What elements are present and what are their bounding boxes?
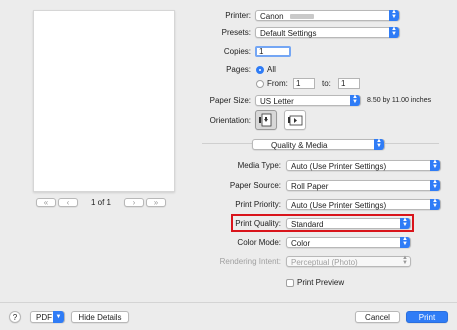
media-type-select[interactable]: Auto (Use Printer Settings) ▲ ▼: [286, 159, 441, 171]
chevron-updown-icon: ▲ ▼: [389, 9, 399, 21]
orientation-label: Orientation:: [209, 116, 251, 125]
pdf-label: PDF: [36, 313, 52, 322]
first-page-button[interactable]: «: [36, 198, 56, 207]
chevron-updown-icon: ▲ ▼: [374, 138, 384, 150]
paper-source-value: Roll Paper: [291, 182, 329, 191]
print-button[interactable]: Print: [406, 311, 448, 323]
color-mode-select[interactable]: Color ▲ ▼: [286, 236, 411, 248]
pages-to-label: to:: [322, 79, 331, 88]
copies-label: Copies:: [223, 47, 251, 56]
presets-select[interactable]: Default Settings ▲ ▼: [255, 26, 400, 38]
copies-field[interactable]: 1: [255, 46, 291, 57]
paper-dimensions: 8.50 by 11.00 inches: [367, 97, 432, 104]
portrait-icon: [259, 113, 272, 127]
rendering-intent-label: Rendering Intent:: [219, 257, 281, 266]
pages-to-field[interactable]: 1: [338, 78, 360, 89]
chevron-updown-icon: ▲ ▼: [430, 198, 440, 210]
media-type-value: Auto (Use Printer Settings): [291, 162, 387, 171]
pages-all-label: All: [267, 65, 276, 74]
print-quality-select[interactable]: Standard ▲ ▼: [286, 217, 411, 229]
footer-divider: [0, 302, 457, 303]
chevron-updown-icon: ▲ ▼: [430, 179, 440, 191]
print-preview-label: Print Preview: [297, 278, 345, 287]
print-preview-checkbox[interactable]: [286, 279, 294, 287]
chevron-updown-icon: ▲ ▼: [389, 26, 399, 38]
paper-source-label: Paper Source:: [229, 181, 281, 190]
section-select[interactable]: Quality & Media ▲ ▼: [252, 138, 385, 150]
pages-from-radio[interactable]: [256, 80, 264, 88]
pages-from-label: From:: [267, 79, 288, 88]
print-priority-label: Print Priority:: [235, 200, 281, 209]
page-indicator: 1 of 1: [90, 198, 111, 207]
pages-label: Pages:: [226, 65, 251, 74]
print-quality-label: Print Quality:: [235, 219, 281, 228]
rendering-intent-value: Perceptual (Photo): [291, 258, 358, 267]
chevron-down-icon: ▼: [53, 311, 64, 323]
chevron-updown-icon: ▲ ▼: [430, 159, 440, 171]
landscape-orientation-button[interactable]: [284, 110, 306, 130]
previous-page-button[interactable]: ‹: [58, 198, 78, 207]
chevron-updown-icon: ▲ ▼: [400, 236, 410, 248]
chevron-updown-icon: ▲ ▼: [350, 94, 360, 106]
help-button[interactable]: ?: [9, 311, 21, 323]
print-priority-value: Auto (Use Printer Settings): [291, 201, 387, 210]
paper-size-label: Paper Size:: [209, 96, 251, 105]
landscape-icon: [288, 115, 303, 126]
pdf-button[interactable]: PDF ▼: [30, 311, 65, 323]
rendering-intent-select: Perceptual (Photo) ▲ ▼: [286, 255, 411, 267]
print-priority-select[interactable]: Auto (Use Printer Settings) ▲ ▼: [286, 198, 441, 210]
paper-size-select[interactable]: US Letter ▲ ▼: [255, 94, 361, 106]
color-mode-label: Color Mode:: [237, 238, 281, 247]
paper-size-value: US Letter: [260, 97, 294, 106]
media-type-label: Media Type:: [237, 161, 281, 170]
chevron-updown-icon: ▲ ▼: [402, 255, 408, 266]
paper-source-select[interactable]: Roll Paper ▲ ▼: [286, 179, 441, 191]
cancel-button[interactable]: Cancel: [355, 311, 400, 323]
pages-all-radio[interactable]: [256, 66, 264, 74]
pages-from-field[interactable]: 1: [293, 78, 315, 89]
presets-value: Default Settings: [260, 29, 317, 38]
color-mode-value: Color: [291, 239, 311, 248]
chevron-updown-icon: ▲ ▼: [400, 217, 410, 229]
printer-model-redacted: [289, 14, 314, 19]
portrait-orientation-button[interactable]: [255, 110, 277, 130]
printer-value: Canon: [260, 12, 284, 21]
printer-select[interactable]: Canon ▲ ▼: [255, 9, 400, 21]
printer-label: Printer:: [225, 11, 251, 20]
print-quality-value: Standard: [291, 220, 324, 229]
presets-label: Presets:: [221, 28, 251, 37]
hide-details-button[interactable]: Hide Details: [71, 311, 129, 323]
section-value: Quality & Media: [271, 141, 328, 150]
